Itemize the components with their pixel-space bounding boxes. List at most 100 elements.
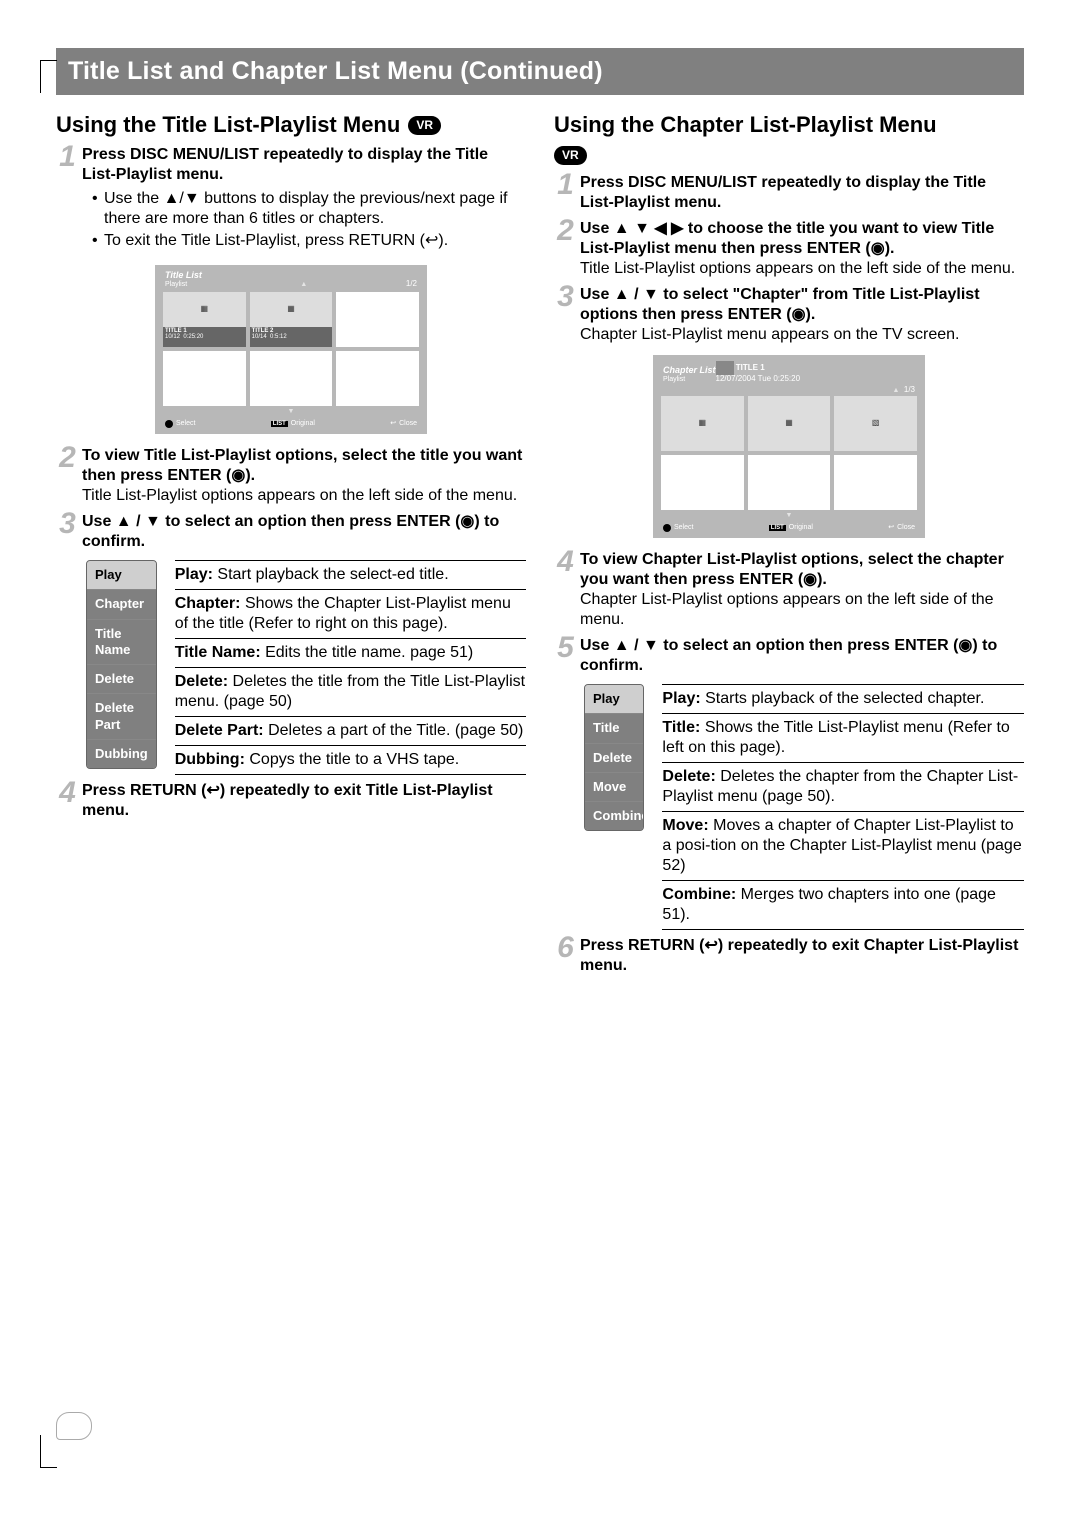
right-step2-body: Title List-Playlist options appears on t… [580,259,1024,279]
shot1-title: Title List [165,271,202,281]
page-number-badge [56,1412,92,1440]
empty-thumb [163,351,246,406]
title-thumb-1: ▦ TITLE 110/12 0:25:20 [163,292,246,347]
def-play: Play: Start playback the select-ed title… [175,560,526,590]
shot1-page: 1/2 [406,280,417,289]
title-options-menu: Play Chapter Title Name Delete Delete Pa… [86,560,157,769]
t1-date: 10/12 [165,334,180,340]
rdef-delete: Delete: Deletes the chapter from the Cha… [662,763,1024,812]
def-deletepart: Delete Part: Deletes a part of the Title… [175,717,526,746]
title-thumb-2: ▦ TITLE 210/14 0:5:12 [250,292,333,347]
crop-mark-top [40,60,57,93]
section-banner: Title List and Chapter List Menu (Contin… [56,48,1024,95]
def-chapter: Chapter: Shows the Chapter List-Playlist… [175,590,526,639]
empty-thumb [661,455,744,510]
def-delete: Delete: Deletes the title from the Title… [175,668,526,717]
right-column: Using the Chapter List-Playlist Menu VR … [554,111,1024,978]
empty-thumb [748,455,831,510]
menu-item-chapter: Chapter [87,590,156,619]
r-step-number-1: 1 [554,173,574,213]
enter-icon [663,524,671,532]
right-heading-text: Using the Chapter List-Playlist Menu [554,111,937,139]
right-step4-lead: To view Chapter List-Playlist options, s… [580,550,1024,590]
right-step5-lead: Use ▲ / ▼ to select an option then press… [580,636,1024,676]
t2-dur: 0:5:12 [270,334,287,340]
down-arrow-icon: ▼ [659,512,919,520]
left-step1-note1: Use the ▲/▼ buttons to display the previ… [92,189,526,229]
chapter-thumb-3: ▧ [834,396,917,451]
menu-item-title: Title [585,714,643,743]
rdef-move: Move: Moves a chapter of Chapter List-Pl… [662,812,1024,881]
right-step2-lead: Use ▲ ▼ ◀ ▶ to choose the title you want… [580,219,1024,259]
def-titlename: Title Name: Edits the title name. page 5… [175,639,526,668]
right-step1-lead: Press DISC MENU/LIST repeatedly to displ… [580,173,1024,213]
empty-thumb [250,351,333,406]
menu-item-combine: Combine [585,802,643,830]
down-arrow-icon: ▼ [161,408,421,416]
r-step-number-5: 5 [554,636,574,676]
enter-icon [165,420,173,428]
right-step6-lead: Press RETURN (↩) repeatedly to exit Chap… [580,936,1024,976]
r-step-number-2: 2 [554,219,574,279]
up-arrow-icon: ▲ [892,387,899,394]
empty-thumb [336,292,419,347]
shot1-sub: Playlist [165,281,202,289]
step-number-2: 2 [56,446,76,506]
menu-item-deletepart: Delete Part [87,694,156,740]
r-step-number-6: 6 [554,936,574,976]
left-step2-body: Title List-Playlist options appears on t… [82,486,526,506]
menu-item-delete: Delete [87,665,156,694]
r-step-number-3: 3 [554,285,574,345]
foot-select: Select [165,420,195,428]
rdef-play: Play: Starts playback of the selected ch… [662,684,1024,714]
menu-item-play: Play [585,685,643,714]
foot-original: LISTOriginal [769,524,813,532]
step-number-1: 1 [56,145,76,255]
vr-badge: VR [408,116,441,135]
menu-item-titlename: Title Name [87,620,156,666]
menu-item-delete: Delete [585,744,643,773]
chapter-options-menu: Play Title Delete Move Combine [584,684,644,831]
empty-thumb [336,351,419,406]
right-step4-body: Chapter List-Playlist options appears on… [580,590,1024,630]
left-heading-text: Using the Title List-Playlist Menu [56,111,400,139]
vr-badge-right: VR [554,146,587,165]
foot-select: Select [663,524,693,532]
crop-mark-bottom [40,1435,57,1468]
title-list-screenshot: Title List Playlist ▲ 1/2 ▦ TITLE 110/12… [155,265,427,434]
left-heading: Using the Title List-Playlist Menu VR [56,111,526,139]
foot-close: ↩Close [888,524,915,532]
chapter-option-definitions: Play: Starts playback of the selected ch… [662,684,1024,930]
shot2-page: 1/3 [904,385,915,394]
left-step3-lead: Use ▲ / ▼ to select an option then press… [82,512,526,552]
menu-item-move: Move [585,773,643,802]
left-step1-note2: To exit the Title List-Playlist, press R… [92,231,526,251]
r-step-number-4: 4 [554,550,574,630]
foot-close: ↩Close [390,420,417,428]
title-option-definitions: Play: Start playback the select-ed title… [175,560,526,775]
foot-original: LISTOriginal [271,420,315,428]
up-arrow-icon: ▲ [202,281,406,289]
def-dubbing: Dubbing: Copys the title to a VHS tape. [175,746,526,775]
empty-thumb [834,455,917,510]
left-column: Using the Title List-Playlist Menu VR 1 … [56,111,526,978]
rdef-title: Title: Shows the Title List-Playlist men… [662,714,1024,763]
left-step1-lead: Press DISC MENU/LIST repeatedly to displ… [82,145,526,185]
shot2-title: Chapter List [663,366,716,376]
right-heading: Using the Chapter List-Playlist Menu [554,111,1024,139]
chapter-thumb-2: ▦ [748,396,831,451]
chapter-thumb-1: ▦ [661,396,744,451]
menu-item-play: Play [87,561,156,590]
menu-item-dubbing: Dubbing [87,740,156,768]
step-number-3: 3 [56,512,76,552]
right-step3-body: Chapter List-Playlist menu appears on th… [580,325,1024,345]
left-step4-lead: Press RETURN (↩) repeatedly to exit Titl… [82,781,526,821]
t2-date: 10/14 [252,334,267,340]
rdef-combine: Combine: Merges two chapters into one (p… [662,881,1024,930]
right-step3-lead: Use ▲ / ▼ to select "Chapter" from Title… [580,285,1024,325]
shot2-titlebar: TITLE 1 12/07/2004 Tue 0:25:20 [716,361,915,384]
chapter-list-screenshot: Chapter List Playlist TITLE 1 12/07/2004… [653,355,925,538]
t1-dur: 0:25:20 [183,334,203,340]
step-number-4: 4 [56,781,76,821]
shot2-sub: Playlist [663,376,716,384]
